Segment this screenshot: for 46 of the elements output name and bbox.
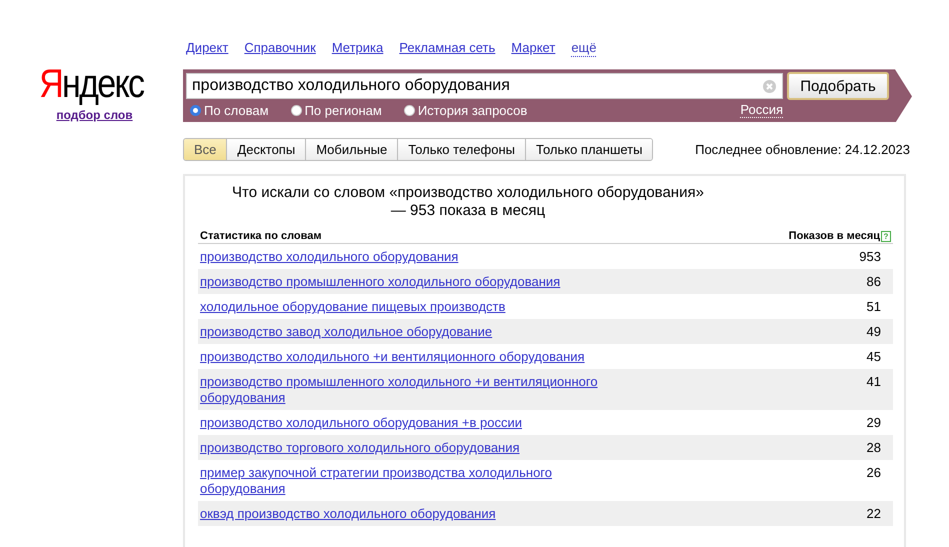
column-header: Статистика по словам <box>200 230 322 242</box>
count-cell: 86 <box>866 274 881 290</box>
phrase-link[interactable]: холодильное оборудование пищевых производств <box>200 299 610 316</box>
count-cell: 45 <box>866 349 881 366</box>
count-cell: 28 <box>866 440 881 456</box>
count-cell: 29 <box>866 415 881 432</box>
phrase-link[interactable]: производство промышленного холодильного оборудования <box>200 274 610 290</box>
count-cell: 22 <box>866 506 881 522</box>
nav-link[interactable]: Метрика <box>332 40 384 56</box>
count-cell-text: 26 <box>866 465 881 482</box>
phrase-link[interactable]: производство торгового холодильного оборудования <box>200 440 610 456</box>
radio-option[interactable]: История запросов <box>404 103 528 118</box>
device-tab[interactable]: Только планшеты <box>526 139 652 160</box>
device-tab[interactable]: Только телефоны <box>398 139 526 160</box>
device-tab[interactable]: Все <box>184 139 228 160</box>
results-heading: Что искали со словом «производство холодильного оборудования» — 953 показа в месяц <box>231 184 705 220</box>
phrase-link[interactable]: производство холодильного оборудования +в россии <box>200 415 610 432</box>
count-cell: 51 <box>866 299 881 316</box>
phrase-link[interactable]: оквэд производство холодильного оборудования <box>200 506 610 522</box>
radio-icon[interactable] <box>290 105 302 116</box>
submit-button[interactable]: Подобрать <box>787 72 889 100</box>
nav-link[interactable]: Рекламная сеть <box>399 40 496 56</box>
phrase-link[interactable]: производство завод холодильное оборудование <box>200 324 610 340</box>
more-link[interactable]: ещё <box>571 40 596 57</box>
phrase-link[interactable]: пример закупочной стратегии производства холодильного оборудования <box>200 465 610 498</box>
nav-link[interactable]: Маркет <box>511 40 556 56</box>
radio-option[interactable]: По регионам <box>290 103 382 118</box>
count-cell: 953 <box>859 249 881 266</box>
nav-link[interactable]: Справочник <box>244 40 316 56</box>
phrase-link[interactable]: производство холодильного +и вентиляционного оборудования <box>200 349 610 366</box>
region-link[interactable]: Россия <box>740 103 783 118</box>
last-update-text: Последнее обновление: 24.12.2023 <box>695 142 910 158</box>
radio-icon[interactable] <box>190 105 201 116</box>
column-header: Показов в месяц <box>788 230 880 242</box>
count-cell-text: 41 <box>866 374 881 392</box>
radio-option[interactable]: По словам <box>190 103 269 118</box>
phrase-link[interactable]: производство промышленного холодильного +и вентиляционного оборудования <box>200 374 610 406</box>
phrase-link[interactable]: производство холодильного оборудования <box>200 249 610 266</box>
search-field[interactable]: производство холодильного оборудования <box>186 73 783 100</box>
device-tab[interactable]: Мобильные <box>306 139 398 160</box>
subtitle-link[interactable]: подбор слов <box>56 108 133 122</box>
radio-icon[interactable] <box>404 105 415 116</box>
nav-link[interactable]: Директ <box>186 40 228 56</box>
count-cell: 49 <box>866 324 881 340</box>
logo: Яндекс <box>39 62 144 106</box>
device-tab[interactable]: Десктопы <box>227 139 306 160</box>
